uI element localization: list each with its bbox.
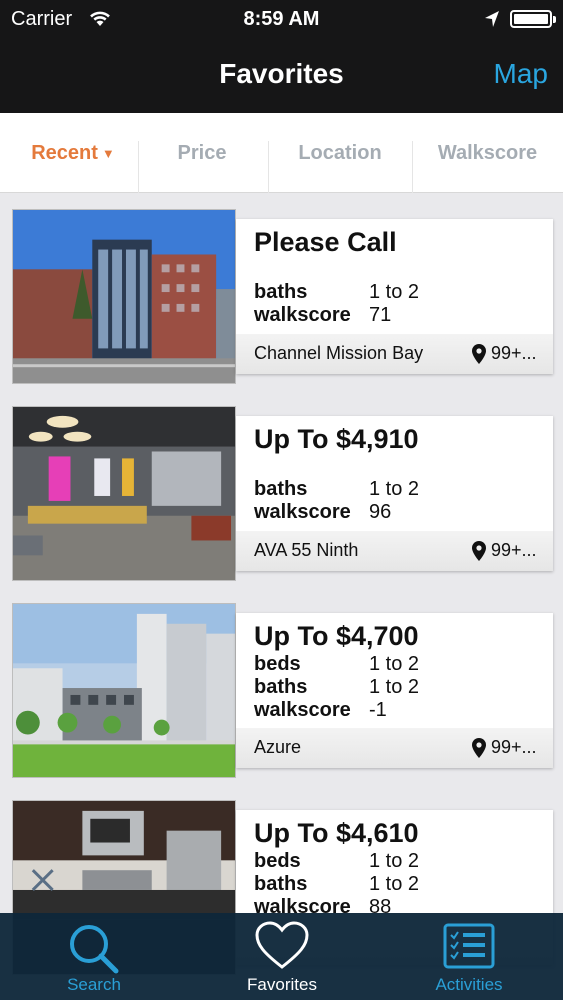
- listing-footer: Azure 99+...: [236, 728, 553, 768]
- battery-icon: [510, 10, 556, 28]
- search-icon: [0, 921, 188, 977]
- attribute-row: beds 1 to 2: [254, 850, 419, 873]
- attribute-key: beds: [254, 850, 301, 872]
- sort-tab-label: Location: [298, 141, 382, 164]
- attribute-value: 1 to 2: [369, 281, 420, 303]
- attribute-key: walkscore: [254, 501, 351, 523]
- map-pin-icon: [472, 541, 486, 566]
- clock: 8:59 AM: [243, 8, 320, 30]
- attribute-key: walkscore: [254, 304, 351, 326]
- sort-tab-recent[interactable]: Recent ▼: [0, 113, 146, 193]
- listing-photo[interactable]: [12, 603, 236, 778]
- listing-name: Azure: [254, 737, 302, 757]
- listing-footer: AVA 55 Ninth 99+...: [236, 531, 553, 571]
- listing-distance: 99+...: [491, 540, 537, 560]
- status-bar: Carrier 8:59 AM: [0, 0, 563, 38]
- map-button[interactable]: Map: [494, 58, 548, 90]
- listing-name: Channel Mission Bay: [254, 343, 424, 363]
- sort-tab-label: Price: [177, 141, 227, 164]
- listing-price: Up To $4,910: [254, 424, 419, 454]
- tab-label: Favorites: [247, 975, 317, 994]
- listing-card[interactable]: Up To $4,910 baths 1 to 2 walkscore 96 AVA…: [12, 406, 553, 581]
- attribute-row: baths 1 to 2: [254, 676, 419, 699]
- checklist-icon: [375, 921, 563, 973]
- tab-favorites[interactable]: Favorites: [188, 913, 376, 1000]
- listing-photo[interactable]: [12, 406, 236, 581]
- listing-price: Up To $4,700: [254, 621, 419, 651]
- attribute-value: 1 to 2: [369, 850, 420, 872]
- listing-attributes: beds 1 to 2 baths 1 to 2 walkscore -1: [254, 653, 419, 722]
- page-title: Favorites: [219, 58, 344, 89]
- listing-card[interactable]: Up To $4,700 beds 1 to 2 baths 1 to 2 walk…: [12, 603, 553, 778]
- listing-distance: 99+...: [491, 343, 537, 363]
- sort-bar: Recent ▼ Price Location Walkscore: [0, 113, 563, 193]
- listing-attributes: beds 1 to 2 baths 1 to 2 walkscore 88: [254, 850, 419, 919]
- listing-details[interactable]: Please Call baths 1 to 2 walkscore 71 Chan…: [236, 219, 553, 374]
- attribute-value: 1 to 2: [369, 653, 420, 675]
- listing-details[interactable]: Up To $4,910 baths 1 to 2 walkscore 96 AVA…: [236, 416, 553, 571]
- tab-label: Activities: [435, 975, 503, 994]
- attribute-row: baths 1 to 2: [254, 873, 419, 896]
- listing-price: Up To $4,610: [254, 818, 419, 848]
- attribute-row: baths 1 to 2: [254, 478, 419, 501]
- attribute-key: walkscore: [254, 699, 351, 721]
- listing-attributes: baths 1 to 2 walkscore 96: [254, 478, 419, 524]
- tab-bar: Search Favorites Activities: [0, 913, 563, 1000]
- attribute-value: 71: [369, 304, 392, 326]
- attribute-row: beds 1 to 2: [254, 653, 419, 676]
- caret-down-icon: ▼: [101, 145, 115, 161]
- attribute-row: walkscore 71: [254, 304, 419, 327]
- sort-tab-location[interactable]: Location: [268, 113, 412, 193]
- listing-card[interactable]: Please Call baths 1 to 2 walkscore 71 Chan…: [12, 209, 553, 384]
- top-bar: Carrier 8:59 AM Favorites Map: [0, 0, 563, 113]
- attribute-key: baths: [254, 281, 308, 303]
- attribute-row: walkscore -1: [254, 699, 419, 722]
- tab-activities[interactable]: Activities: [375, 913, 563, 1000]
- listing-photo[interactable]: [12, 209, 236, 384]
- sort-tab-walkscore[interactable]: Walkscore: [412, 113, 563, 193]
- attribute-key: beds: [254, 653, 301, 675]
- sort-tab-label: Walkscore: [437, 141, 538, 164]
- attribute-value: 1 to 2: [369, 873, 420, 895]
- attribute-value: 96: [369, 501, 392, 523]
- listing-footer: Channel Mission Bay 99+...: [236, 334, 553, 374]
- tab-label: Search: [67, 975, 121, 994]
- attribute-key: baths: [254, 873, 308, 895]
- map-pin-icon: [472, 344, 486, 369]
- sort-tab-price[interactable]: Price: [138, 113, 266, 193]
- location-arrow-icon: [484, 10, 500, 33]
- listing-attributes: baths 1 to 2 walkscore 71: [254, 281, 419, 327]
- attribute-row: baths 1 to 2: [254, 281, 419, 304]
- attribute-row: walkscore 96: [254, 501, 419, 524]
- listing-name: AVA 55 Ninth: [254, 540, 359, 560]
- attribute-value: 1 to 2: [369, 478, 420, 500]
- listing-details[interactable]: Up To $4,700 beds 1 to 2 baths 1 to 2 walk…: [236, 613, 553, 768]
- sort-tab-label: Recent: [31, 141, 98, 164]
- attribute-key: baths: [254, 676, 308, 698]
- attribute-value: 1 to 2: [369, 676, 420, 698]
- attribute-value: -1: [369, 699, 387, 721]
- heart-icon: [188, 921, 376, 971]
- tab-search[interactable]: Search: [0, 913, 188, 1000]
- listing-distance: 99+...: [491, 737, 537, 757]
- map-pin-icon: [472, 738, 486, 763]
- attribute-key: baths: [254, 478, 308, 500]
- listing-price: Please Call: [254, 227, 397, 257]
